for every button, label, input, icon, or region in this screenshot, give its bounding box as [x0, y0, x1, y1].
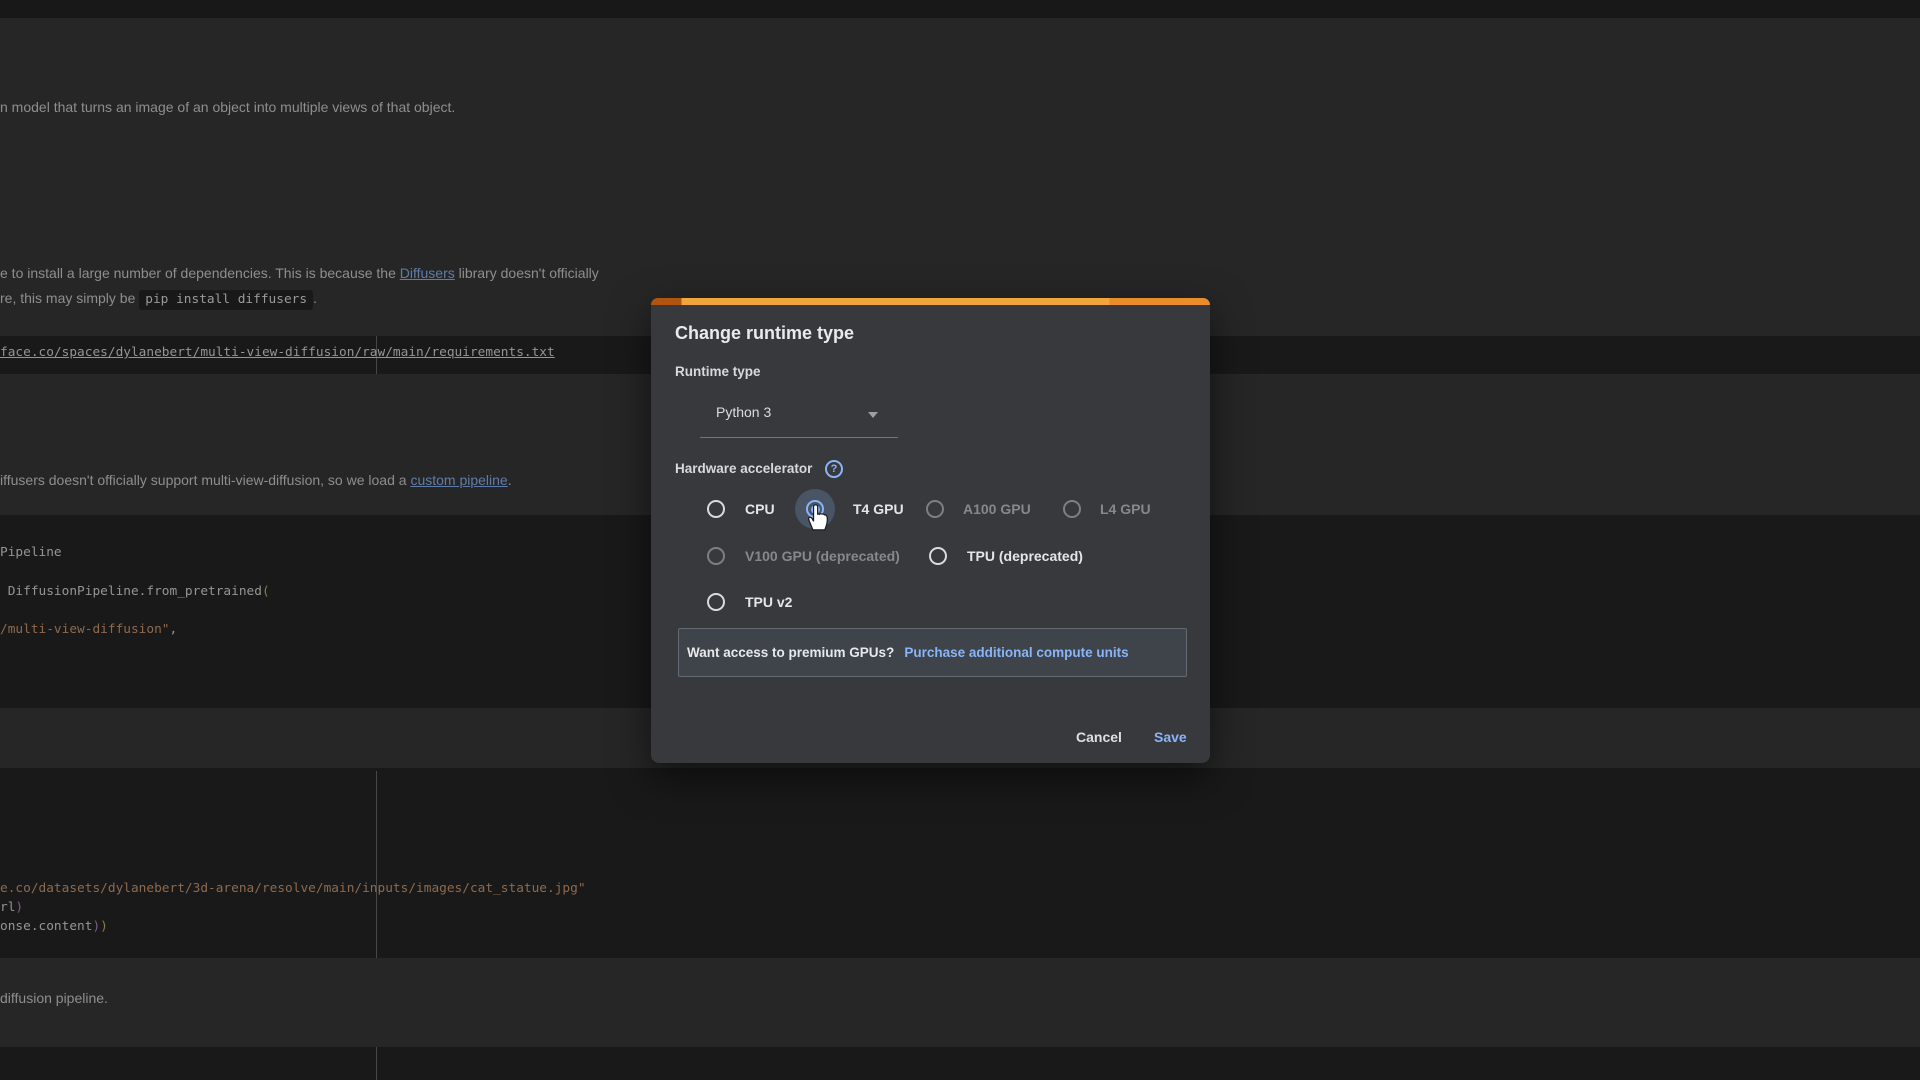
radio-t4-gpu-label[interactable]: T4 GPU	[853, 501, 904, 517]
inline-code-chip: pip install diffusers	[139, 290, 313, 310]
radio-a100-gpu[interactable]	[926, 500, 944, 518]
markdown-paragraph: e to install a large number of dependenc…	[0, 263, 599, 283]
code-string-url[interactable]: e.co/datasets/dylanebert/3d-arena/resolv…	[0, 881, 586, 896]
paragraph-text: re, this may simply be	[0, 290, 139, 306]
runtime-type-label: Runtime type	[675, 364, 761, 380]
code-cell[interactable]	[0, 768, 1920, 958]
cell-divider-line	[376, 771, 377, 958]
markdown-paragraph: n model that turns an image of an object…	[0, 97, 455, 117]
radio-cpu-label[interactable]: CPU	[745, 501, 775, 517]
custom-pipeline-link[interactable]: custom pipeline	[410, 472, 507, 488]
diffusers-link[interactable]: Diffusers	[400, 265, 455, 281]
paragraph-text: library doesn't officially	[455, 265, 599, 281]
markdown-paragraph: diffusion pipeline.	[0, 988, 108, 1008]
code-text: rl	[0, 900, 15, 915]
runtime-type-select[interactable]: Python 3	[716, 404, 771, 420]
radio-tpu-label[interactable]: TPU (deprecated)	[967, 548, 1083, 564]
top-band	[0, 0, 1920, 18]
code-line: Pipeline	[0, 545, 62, 561]
code-paren: )	[92, 919, 100, 934]
paragraph-text: e to install a large number of dependenc…	[0, 265, 400, 281]
markdown-paragraph: iffusers doesn't officially support mult…	[0, 470, 512, 490]
premium-gpu-banner: Want access to premium GPUs? Purchase ad…	[678, 628, 1187, 677]
code-line-requirements-url[interactable]: face.co/spaces/dylanebert/multi-view-dif…	[0, 345, 555, 361]
select-underline	[700, 437, 898, 438]
colab-page: n model that turns an image of an object…	[0, 0, 1920, 1080]
code-string: /multi-view-diffusion"	[0, 622, 170, 637]
radio-tpu-v2[interactable]	[707, 593, 725, 611]
code-cell[interactable]	[0, 1047, 1920, 1080]
code-line: rl)	[0, 900, 23, 916]
code-line: DiffusionPipeline.from_pretrained(	[0, 584, 270, 600]
code-paren: )	[100, 919, 108, 934]
radio-tpu-v2-label[interactable]: TPU v2	[745, 594, 792, 610]
change-runtime-type-dialog: Change runtime type Runtime type Python …	[651, 298, 1210, 763]
code-line: e.co/datasets/dylanebert/3d-arena/resolv…	[0, 881, 586, 897]
purchase-compute-units-link[interactable]: Purchase additional compute units	[904, 645, 1128, 660]
cell-divider-line	[376, 1047, 377, 1080]
code-paren: (	[262, 584, 270, 599]
banner-question: Want access to premium GPUs?	[687, 645, 894, 660]
dialog-title: Change runtime type	[675, 323, 854, 344]
chevron-down-icon[interactable]	[868, 412, 878, 418]
code-text: DiffusionPipeline.from_pretrained	[0, 584, 262, 599]
help-icon[interactable]: ?	[825, 460, 843, 478]
code-line: /multi-view-diffusion",	[0, 622, 177, 638]
code-paren: )	[15, 900, 23, 915]
radio-l4-gpu-label[interactable]: L4 GPU	[1100, 501, 1151, 517]
radio-l4-gpu[interactable]	[1063, 500, 1081, 518]
radio-v100-gpu[interactable]	[707, 547, 725, 565]
paragraph-text: .	[508, 472, 512, 488]
radio-cpu[interactable]	[707, 500, 725, 518]
cancel-button[interactable]: Cancel	[1070, 727, 1128, 747]
radio-v100-gpu-label[interactable]: V100 GPU (deprecated)	[745, 548, 900, 564]
markdown-paragraph: re, this may simply be pip install diffu…	[0, 288, 317, 310]
radio-a100-gpu-label[interactable]: A100 GPU	[963, 501, 1031, 517]
paragraph-text: .	[313, 290, 317, 306]
code-text: onse.content	[0, 919, 92, 934]
code-line: onse.content))	[0, 919, 108, 935]
pointer-cursor-icon	[804, 502, 830, 532]
dialog-progress-bar	[651, 298, 1210, 305]
code-text: ,	[170, 622, 178, 637]
save-button[interactable]: Save	[1148, 727, 1193, 747]
hardware-accelerator-label: Hardware accelerator	[675, 461, 812, 477]
paragraph-text: iffusers doesn't officially support mult…	[0, 472, 410, 488]
radio-tpu[interactable]	[929, 547, 947, 565]
